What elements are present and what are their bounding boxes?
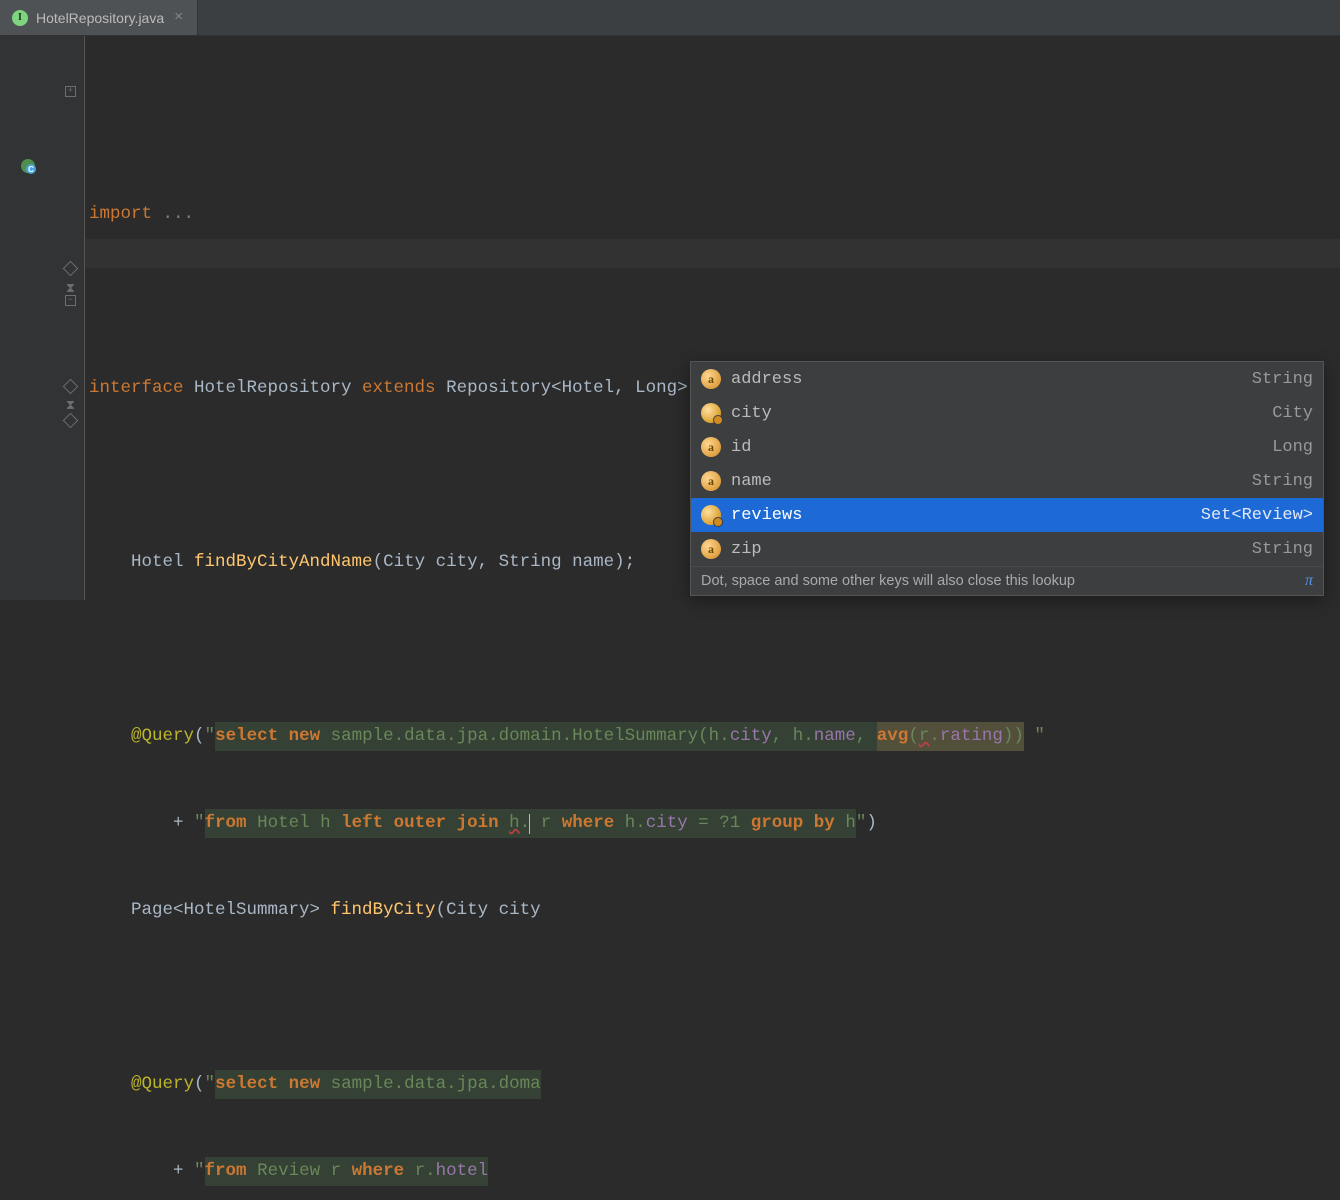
completion-item-name: city xyxy=(731,404,772,423)
interface-file-icon: I xyxy=(12,10,28,26)
svg-text:C: C xyxy=(28,165,34,174)
completion-item-id[interactable]: aid Long xyxy=(691,430,1323,464)
completion-item-zip[interactable]: azip String xyxy=(691,532,1323,566)
completion-footer: Dot, space and some other keys will also… xyxy=(691,566,1323,595)
completion-item-type: String xyxy=(1252,370,1313,389)
fold-collapse-icon[interactable]: − xyxy=(65,295,76,306)
completion-item-name: address xyxy=(731,370,802,389)
completion-item-name[interactable]: aname String xyxy=(691,464,1323,498)
code-line: import ... xyxy=(85,200,1340,229)
fold-expand-icon[interactable]: + xyxy=(65,86,76,97)
completion-item-type: String xyxy=(1252,472,1313,491)
code-line xyxy=(85,287,1340,316)
field-icon: a xyxy=(701,369,721,389)
code-line: Page<HotelSummary> findByCity(City city xyxy=(85,896,1340,925)
completion-item-type: City xyxy=(1272,404,1313,423)
fold-region-icon[interactable] xyxy=(64,414,77,427)
pi-icon[interactable]: π xyxy=(1305,572,1313,590)
fold-region-icon[interactable] xyxy=(64,262,77,275)
completion-item-type: String xyxy=(1252,540,1313,559)
completion-item-name: name xyxy=(731,472,772,491)
gutter: + C ⧗ − ⧗ xyxy=(0,36,85,600)
current-line-highlight xyxy=(85,239,1340,268)
code-line: + "from Review r where r.hotel xyxy=(85,1157,1340,1186)
property-icon xyxy=(701,403,721,423)
fold-region-icon[interactable] xyxy=(64,380,77,393)
code-line: + "from Hotel h left outer join h. r whe… xyxy=(85,809,1340,838)
tab-label: HotelRepository.java xyxy=(36,10,164,26)
completion-item-type: Set<Review> xyxy=(1201,506,1313,525)
code-line: @Query("select new sample.data.jpa.domai… xyxy=(85,722,1340,751)
tab-hotelrepository[interactable]: I HotelRepository.java × xyxy=(0,0,198,35)
completion-item-reviews[interactable]: reviews Set<Review> xyxy=(691,498,1323,532)
close-icon[interactable]: × xyxy=(172,9,185,26)
editor-area[interactable]: + C ⧗ − ⧗ import ... interface HotelRepo… xyxy=(0,36,1340,600)
override-gutter-icon[interactable]: ⧗ xyxy=(64,282,77,295)
override-gutter-icon[interactable]: ⧗ xyxy=(64,399,77,412)
property-icon xyxy=(701,505,721,525)
completion-item-address[interactable]: a address String xyxy=(691,362,1323,396)
completion-popup[interactable]: aaddressStringcityCityaidLonganameString… xyxy=(690,361,1324,596)
completion-item-name: reviews xyxy=(731,506,802,525)
completion-item-type: Long xyxy=(1272,438,1313,457)
completion-item-city[interactable]: city City xyxy=(691,396,1323,430)
code-line xyxy=(85,983,1340,1012)
completion-hint: Dot, space and some other keys will also… xyxy=(701,573,1075,589)
tab-bar: I HotelRepository.java × xyxy=(0,0,1340,36)
completion-item-name: zip xyxy=(731,540,762,559)
code-line: @Query("select new sample.data.jpa.doma xyxy=(85,1070,1340,1099)
completion-item-name: id xyxy=(731,438,751,457)
class-gutter-icon[interactable]: C xyxy=(20,158,36,174)
field-icon: a xyxy=(701,437,721,457)
field-icon: a xyxy=(701,539,721,559)
code-line xyxy=(85,635,1340,664)
field-icon: a xyxy=(701,471,721,491)
